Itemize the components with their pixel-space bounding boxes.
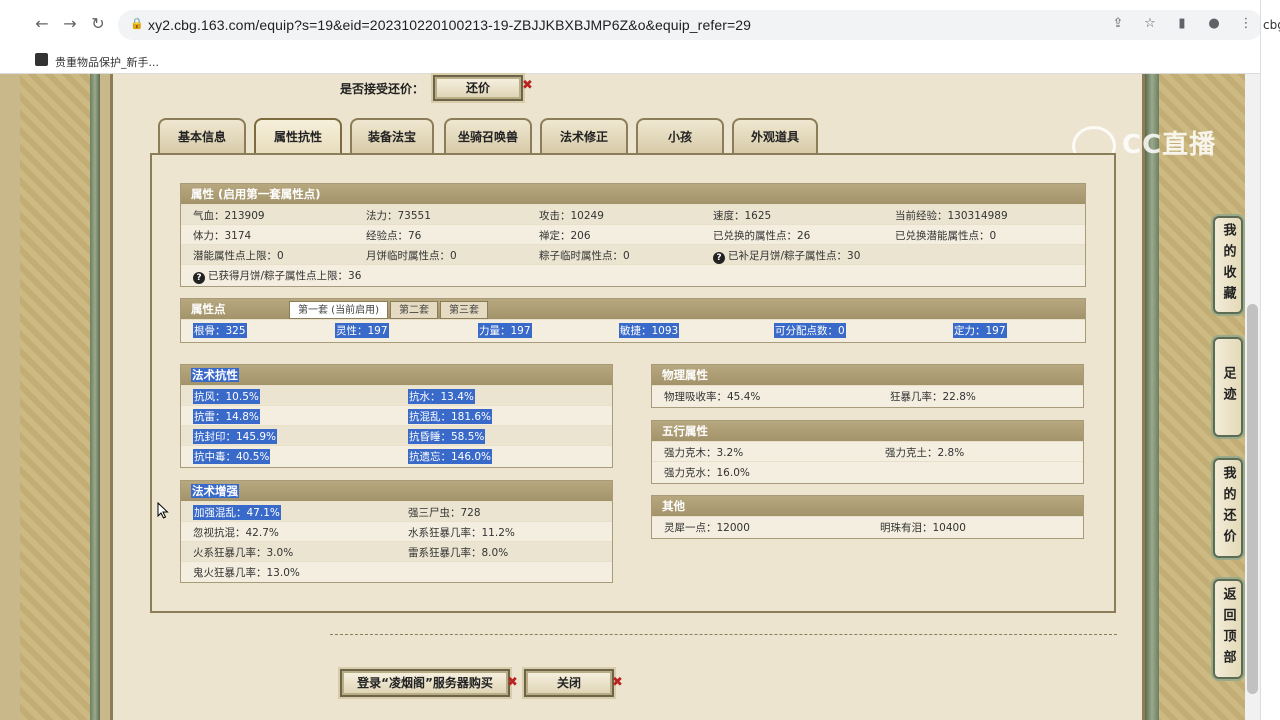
resist-row: 抗雷：14.8% 抗混乱：181.6% [181, 405, 612, 425]
star-icon[interactable]: ☆ [1141, 15, 1159, 33]
attr-exchanged-points: 已兑换的属性点：26 [713, 230, 811, 242]
point-strength: 力量：197 [478, 323, 532, 338]
attr-zongzi-temp: 粽子临时属性点：0 [539, 250, 630, 262]
attr-exp-points: 经验点：76 [366, 230, 422, 242]
physical-section: 物理属性 物理吸收率：45.4% 狂暴几率：22.8% [651, 364, 1084, 408]
tab-equipment[interactable]: 装备法宝 [350, 118, 434, 153]
scrollbar-thumb[interactable] [1247, 304, 1258, 694]
point-agility: 敏捷：1093 [619, 323, 680, 338]
resist-row: 抗封印：145.9% 抗昏睡：58.5% [181, 425, 612, 445]
attr-hp: 气血：213909 [193, 210, 265, 222]
enhance-row: 火系狂暴几率：3.0% 雷系狂暴几率：8.0% [181, 541, 612, 561]
mouse-cursor-icon [157, 502, 169, 519]
attr-filled-points: ? 已补足月饼/粽子属性点：30 [713, 248, 860, 264]
section-title: 法术抗性 [181, 365, 612, 385]
resist-row: 抗风：10.5% 抗水：13.4% [181, 385, 612, 405]
section-title: 五行属性 [652, 421, 1083, 441]
point-unallocated: 可分配点数：0 [774, 323, 846, 338]
resist-row: 抗中毒：40.5% 抗遗忘：146.0% [181, 445, 612, 465]
attributes-section: 属性 (启用第一套属性点) 气血：213909 法力：73551 攻击：1024… [180, 183, 1086, 287]
tab-set-two[interactable]: 第二套 [389, 301, 438, 319]
close-mark-icon: ✖ [612, 675, 623, 690]
url-text[interactable]: xy2.cbg.163.com/equip?s=19&eid=202310220… [148, 17, 751, 33]
tab-spell-correction[interactable]: 法术修正 [540, 118, 628, 153]
menu-icon[interactable]: ⋮ [1237, 15, 1255, 33]
share-icon[interactable]: ⇪ [1109, 15, 1127, 33]
attr-row: 气血：213909 法力：73551 攻击：10249 速度：1625 当前经验… [181, 204, 1085, 224]
attr-row: 体力：3174 经验点：76 禅定：206 已兑换的属性点：26 已兑换潜能属性… [181, 224, 1085, 244]
bookmark-item[interactable]: 贵重物品保护_新手... [55, 54, 159, 70]
tab-mounts-pets[interactable]: 坐骑召唤兽 [444, 118, 532, 153]
bookmarks-bar: 贵重物品保护_新手... [0, 48, 1260, 74]
section-title: 属性点 第一套 (当前启用) 第二套 第三套 [181, 299, 1085, 319]
attr-mooncake-temp: 月饼临时属性点：0 [366, 250, 457, 262]
enhance-row: 忽视抗混：42.7% 水系狂暴几率：11.2% [181, 521, 612, 541]
tab-set-one[interactable]: 第一套 (当前启用) [289, 301, 388, 319]
attr-stamina: 体力：3174 [193, 230, 252, 242]
buy-button[interactable]: 登录“凌烟阁”服务器购买 [340, 669, 510, 697]
tab-appearance[interactable]: 外观道具 [732, 118, 818, 153]
attr-attack: 攻击：10249 [539, 210, 604, 222]
sidepanel-icon[interactable]: ▮ [1173, 15, 1191, 33]
elements-row: 强力克木：3.2% 强力克土：2.8% [652, 441, 1083, 461]
attr-potential-cap: 潜能属性点上限：0 [193, 250, 284, 262]
section-title: 其他 [652, 496, 1083, 516]
divider [330, 634, 1117, 635]
my-favorites-button[interactable]: 我的收藏 [1213, 216, 1243, 314]
tab-attributes[interactable]: 属性抗性 [254, 118, 342, 153]
scrollbar[interactable] [1245, 74, 1260, 720]
question-icon[interactable]: ? [713, 252, 725, 264]
my-offers-button[interactable]: 我的还价 [1213, 458, 1243, 558]
bookmark-favicon-icon [35, 53, 48, 66]
section-title: 物理属性 [652, 365, 1083, 385]
forward-arrow-icon[interactable]: → [60, 14, 80, 34]
other-section: 其他 灵犀一点：12000 明珠有泪：10400 [651, 495, 1084, 539]
other-row: 灵犀一点：12000 明珠有泪：10400 [652, 516, 1083, 536]
counter-offer-button[interactable]: 还价 [433, 75, 523, 101]
attribute-points-section: 属性点 第一套 (当前启用) 第二套 第三套 根骨：325 灵性：197 力量：… [180, 298, 1086, 343]
attr-mp: 法力：73551 [366, 210, 431, 222]
attr-row: ? 已获得月饼/粽子属性点上限：36 [181, 264, 1085, 284]
enhance-row: 加强混乱：47.1% 强三尸虫：728 [181, 501, 612, 521]
points-row: 根骨：325 灵性：197 力量：197 敏捷：1093 可分配点数：0 定力：… [181, 319, 1085, 339]
physical-row: 物理吸收率：45.4% 狂暴几率：22.8% [652, 385, 1083, 405]
attr-points-cap: ? 已获得月饼/粽子属性点上限：36 [193, 268, 361, 284]
close-mark-icon: ✖ [522, 78, 533, 93]
tab-set-three[interactable]: 第三套 [439, 301, 488, 319]
lock-icon: 🔒 [130, 17, 144, 30]
tab-child[interactable]: 小孩 [636, 118, 724, 153]
five-elements-section: 五行属性 强力克木：3.2% 强力克土：2.8% 强力克水：16.0% [651, 420, 1084, 484]
attr-speed: 速度：1625 [713, 210, 772, 222]
attr-meditation: 禅定：206 [539, 230, 591, 242]
back-arrow-icon[interactable]: ← [32, 14, 52, 34]
question-icon[interactable]: ? [193, 272, 205, 284]
offer-label: 是否接受还价： [340, 82, 425, 96]
close-button[interactable]: 关闭 [524, 669, 614, 697]
close-mark-icon: ✖ [507, 675, 518, 690]
attr-row: 潜能属性点上限：0 月饼临时属性点：0 粽子临时属性点：0 ? 已补足月饼/粽子属… [181, 244, 1085, 264]
section-title: 法术增强 [181, 481, 612, 501]
address-bar[interactable]: 🔒 xy2.cbg.163.com/equip?s=19&eid=2023102… [118, 10, 1263, 40]
enhance-row: 鬼火狂暴几率：13.0% [181, 561, 612, 581]
section-title: 属性 (启用第一套属性点) [181, 184, 1085, 204]
spell-enhance-section: 法术增强 加强混乱：47.1% 强三尸虫：728 忽视抗混：42.7% 水系狂暴… [180, 480, 613, 583]
back-to-top-button[interactable]: 返回顶部 [1213, 579, 1243, 679]
left-frame-decoration [20, 74, 100, 720]
tab-basic-info[interactable]: 基本信息 [158, 118, 246, 153]
attr-exchanged-potential: 已兑换潜能属性点：0 [895, 230, 997, 242]
point-magic: 灵性：197 [335, 323, 389, 338]
profile-icon[interactable]: ● [1205, 15, 1223, 33]
browser-toolbar: ← → ↻ 🔒 xy2.cbg.163.com/equip?s=19&eid=2… [0, 0, 1280, 48]
point-endurance: 定力：197 [953, 323, 1007, 338]
history-button[interactable]: 足迹 [1213, 337, 1243, 437]
side-panel-peek: cbg [1260, 0, 1280, 720]
attr-exp: 当前经验：130314989 [895, 210, 1008, 222]
reload-icon[interactable]: ↻ [88, 14, 108, 34]
point-constitution: 根骨：325 [193, 323, 247, 338]
elements-row: 强力克水：16.0% [652, 461, 1083, 481]
spell-resist-section: 法术抗性 抗风：10.5% 抗水：13.4% 抗雷：14.8% 抗混乱：181.… [180, 364, 613, 468]
